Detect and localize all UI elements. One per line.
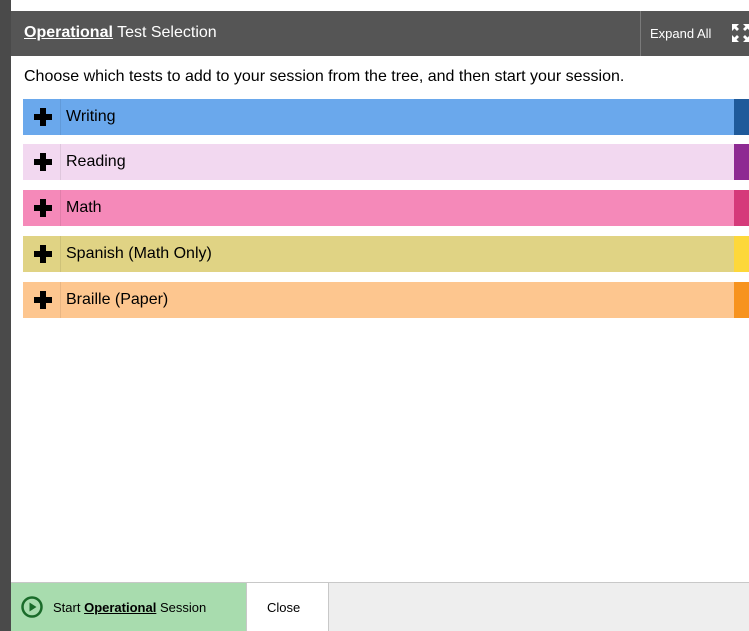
instructions-text: Choose which tests to add to your sessio…	[24, 68, 625, 85]
tree-item-label: Reading	[66, 153, 126, 170]
row-divider	[60, 282, 61, 318]
test-selection-dialog: Operational Test Selection Expand All Ch…	[0, 0, 749, 631]
tree-item-label: Spanish (Math Only)	[66, 245, 212, 262]
row-divider	[60, 99, 61, 135]
tree-item-label: Braille (Paper)	[66, 291, 169, 308]
tree-item-accent	[734, 144, 749, 180]
dialog-footer: Start Operational Session Close	[11, 582, 749, 631]
play-circle-icon	[21, 596, 43, 618]
tree-item-label: Math	[66, 199, 102, 216]
close-button[interactable]: Close	[247, 583, 329, 631]
expand-arrows-icon	[732, 24, 749, 42]
start-label-suffix: Session	[156, 600, 207, 615]
start-label-bold: Operational	[84, 600, 157, 615]
tree-item-label: Writing	[66, 108, 116, 125]
close-label: Close	[267, 600, 301, 615]
start-operational-session-button[interactable]: Start Operational Session	[11, 583, 247, 631]
dialog-title: Operational Test Selection	[24, 24, 217, 42]
tree-item-accent	[734, 282, 749, 318]
plus-icon[interactable]	[34, 291, 52, 309]
dialog-header: Operational Test Selection Expand All	[11, 11, 749, 56]
row-divider	[60, 144, 61, 180]
tree-item-braille-paper[interactable]: Braille (Paper)	[23, 282, 749, 318]
tree-item-accent	[734, 236, 749, 272]
tree-item-reading[interactable]: Reading	[23, 144, 749, 180]
plus-icon[interactable]	[34, 245, 52, 263]
tree-item-accent	[734, 99, 749, 135]
start-session-label: Start Operational Session	[53, 600, 206, 615]
row-divider	[60, 236, 61, 272]
tree-item-writing[interactable]: Writing	[23, 99, 749, 135]
plus-icon[interactable]	[34, 153, 52, 171]
tree-item-math[interactable]: Math	[23, 190, 749, 226]
plus-icon[interactable]	[34, 108, 52, 126]
dialog-title-rest: Test Selection	[112, 24, 217, 41]
row-divider	[60, 190, 61, 226]
plus-icon[interactable]	[34, 199, 52, 217]
tree-item-spanish-math-only[interactable]: Spanish (Math Only)	[23, 236, 749, 272]
dialog-title-bold: Operational	[24, 24, 113, 41]
start-label-prefix: Start	[53, 600, 85, 615]
expand-all-button[interactable]: Expand All	[640, 11, 749, 56]
expand-all-label: Expand All	[650, 26, 712, 41]
tree-item-accent	[734, 190, 749, 226]
